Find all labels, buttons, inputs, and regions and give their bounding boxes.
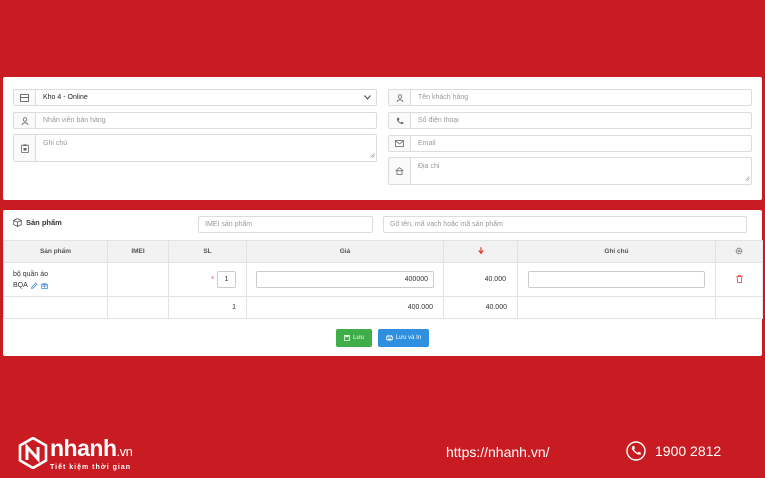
phone-field[interactable]: Số điện thoại [388, 112, 752, 129]
gear-icon[interactable] [735, 247, 743, 255]
warehouse-value: Kho 4 - Online [43, 94, 88, 101]
resize-handle-icon[interactable] [745, 176, 750, 183]
products-section-title: Sản phẩm [13, 218, 62, 227]
nhanh-logo-icon [18, 437, 48, 469]
salesperson-field[interactable]: Nhân viên bán hàng [13, 112, 377, 129]
brand-logo: nhanh.vn Tiết kiệm thời gian [18, 435, 133, 471]
delete-cell [715, 262, 763, 297]
col-header-imei: IMEI [107, 240, 169, 263]
total-empty-1 [3, 296, 108, 319]
user-icon [14, 113, 36, 128]
salesperson-placeholder: Nhân viên bán hàng [43, 117, 106, 124]
qty-input[interactable]: 1 [217, 271, 236, 288]
phone-icon [389, 113, 411, 128]
warehouse-select[interactable]: Kho 4 - Online [13, 89, 377, 106]
save-and-print-button[interactable]: Lưu và In [378, 329, 429, 347]
total-empty-4 [715, 296, 763, 319]
products-panel: Sản phẩm IMEI sản phẩm Gõ tên, mã vạch h… [3, 210, 763, 356]
table-row: bộ quần áo BQA * 1 400000 40.000 [3, 262, 763, 297]
total-price: 400.000 [246, 296, 444, 319]
price-input[interactable]: 400000 [256, 271, 434, 288]
imei-cell [107, 262, 169, 297]
brand-tagline: Tiết kiệm thời gian [50, 464, 132, 471]
note-field[interactable]: Ghi chú [13, 134, 377, 162]
col-header-settings[interactable] [715, 240, 763, 263]
table-header-row: Sản phẩm IMEI SL Giá Ghi chú [3, 240, 763, 263]
home-icon [389, 158, 411, 184]
chevron-down-icon [364, 90, 371, 105]
col-header-note: Ghi chú [517, 240, 716, 263]
note-placeholder: Ghi chú [43, 140, 68, 147]
total-qty: 1 [168, 296, 247, 319]
customer-name-placeholder: Tên khách hàng [418, 94, 469, 101]
products-table: Sản phẩm IMEI SL Giá Ghi chú bộ quần áo … [3, 240, 763, 319]
totals-row: 1 400.000 40.000 [3, 296, 763, 319]
hotline[interactable]: 1900 2812 [626, 441, 721, 461]
brand-name: nhanh.vn [50, 435, 133, 461]
price-cell: 400000 [246, 262, 444, 297]
save-print-label: Lưu và In [395, 335, 422, 341]
sort-arrow-down-icon[interactable] [477, 247, 484, 254]
products-title-text: Sản phẩm [26, 218, 62, 227]
hotline-number: 1900 2812 [655, 443, 722, 459]
email-placeholder: Email [418, 140, 436, 147]
phone-circle-icon [626, 441, 646, 461]
amount-cell: 40.000 [443, 262, 518, 297]
order-form-panel: Kho 4 - Online Nhân viên bán hàng Ghi ch… [3, 77, 762, 200]
user-icon [389, 90, 411, 105]
gift-icon[interactable] [40, 282, 48, 289]
website-link[interactable]: https://nhanh.vn/ [446, 444, 550, 460]
note-cell [517, 262, 716, 297]
product-name: bộ quần áo [13, 270, 49, 278]
save-label: Lưu [353, 335, 364, 341]
address-placeholder: Địa chỉ [418, 163, 440, 170]
email-field[interactable]: Email [388, 135, 752, 152]
box-icon [13, 218, 22, 227]
col-header-product: Sản phẩm [3, 240, 108, 263]
total-empty-2 [107, 296, 169, 319]
col-header-sort[interactable] [443, 240, 518, 263]
col-header-qty: SL [168, 240, 247, 263]
trash-icon[interactable] [735, 274, 743, 283]
envelope-icon [389, 136, 411, 151]
required-marker: * [211, 276, 214, 283]
resize-handle-icon[interactable] [370, 153, 375, 160]
col-header-price: Giá [246, 240, 444, 263]
edit-icon[interactable] [30, 281, 38, 289]
total-amount: 40.000 [443, 296, 518, 319]
product-cell: bộ quần áo BQA [3, 262, 108, 297]
product-code: BQA [13, 281, 28, 289]
qty-cell: * 1 [168, 262, 247, 297]
imei-input[interactable]: IMEI sản phẩm [198, 216, 373, 233]
total-empty-3 [517, 296, 716, 319]
phone-placeholder: Số điện thoại [418, 117, 459, 124]
clipboard-icon [14, 135, 36, 161]
item-note-input[interactable] [528, 271, 705, 288]
save-button[interactable]: Lưu [336, 329, 372, 347]
product-search-input[interactable]: Gõ tên, mã vạch hoặc mã sản phẩm [383, 216, 747, 233]
warehouse-icon [14, 90, 36, 105]
printer-icon [385, 335, 393, 341]
customer-name-field[interactable]: Tên khách hàng [388, 89, 752, 106]
floppy-icon [344, 335, 351, 341]
address-field[interactable]: Địa chỉ [388, 157, 752, 185]
